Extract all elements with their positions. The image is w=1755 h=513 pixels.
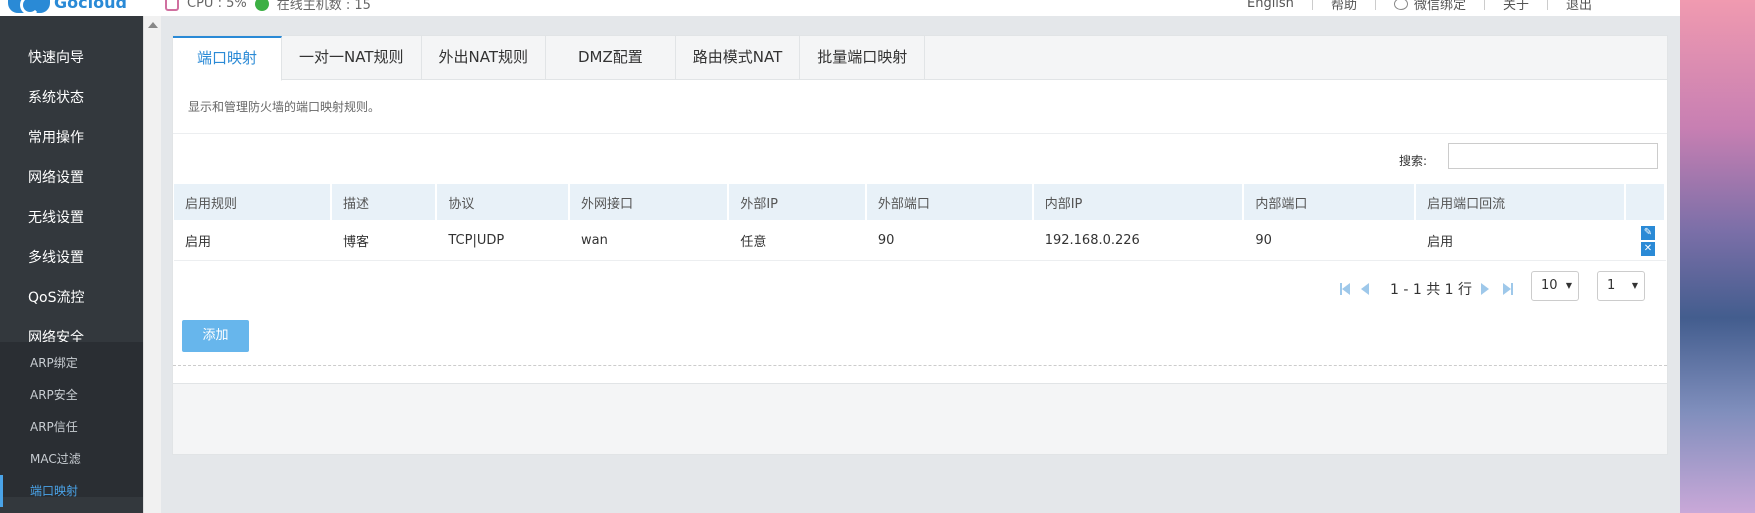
wechat-bind-link[interactable]: 微信绑定: [1414, 0, 1466, 13]
sidebar-item-quick-guide[interactable]: 快速向导: [0, 38, 143, 78]
tab-one-to-one-nat[interactable]: 一对一NAT规则: [282, 36, 422, 79]
pagination-info: 1 - 1 共 1 行: [1390, 282, 1473, 298]
cpu-status: CPU : 5%: [187, 0, 247, 11]
logout-link[interactable]: 退出: [1566, 0, 1592, 13]
next-page-icon[interactable]: [1481, 283, 1489, 295]
submenu-item-arp-security[interactable]: ARP安全: [0, 379, 143, 411]
port-mapping-table: 启用规则 描述 协议 外网接口 外部IP 外部端口 内部IP 内部端口 启用端口…: [174, 184, 1666, 261]
help-link[interactable]: 帮助: [1331, 0, 1357, 13]
search-label: 搜索:: [1398, 154, 1427, 168]
tab-outbound-nat[interactable]: 外出NAT规则: [422, 36, 546, 79]
col-external-ip[interactable]: 外部IP: [729, 184, 867, 220]
background-image: [1680, 0, 1755, 513]
page-description: 显示和管理防火墙的端口映射规则。: [173, 80, 1667, 134]
scroll-up-icon[interactable]: [148, 22, 158, 28]
add-row: 添加: [173, 315, 1667, 366]
page-size-select[interactable]: 10: [1531, 271, 1579, 301]
cpu-icon: [165, 0, 179, 11]
sidebar-item-qos[interactable]: QoS流控: [0, 278, 143, 318]
top-bar: Gocloud CPU : 5% 在线主机数 : 15 English 帮助 微…: [0, 0, 1680, 16]
logo: Gocloud: [8, 0, 127, 15]
submenu-item-mac-filter[interactable]: MAC过滤: [0, 443, 143, 475]
sidebar-item-system-status[interactable]: 系统状态: [0, 78, 143, 118]
submenu-item-arp-binding[interactable]: ARP绑定: [0, 347, 143, 379]
divider: [1483, 0, 1485, 10]
status-area: CPU : 5% 在线主机数 : 15: [165, 0, 371, 13]
tab-route-mode-nat[interactable]: 路由模式NAT: [676, 36, 801, 79]
col-internal-ip[interactable]: 内部IP: [1033, 184, 1245, 220]
last-page-icon[interactable]: [1503, 283, 1511, 295]
panel-footer: [173, 383, 1667, 454]
divider: [1374, 0, 1376, 10]
col-actions: [1626, 184, 1666, 220]
col-loopback[interactable]: 启用端口回流: [1416, 184, 1626, 220]
col-enabled[interactable]: 启用规则: [174, 184, 333, 220]
english-link[interactable]: English: [1247, 0, 1294, 11]
cell-description: 博客: [332, 220, 438, 261]
top-links: English 帮助 微信绑定 关于 退出: [1247, 0, 1592, 13]
online-hosts-status: 在线主机数 : 15: [276, 0, 371, 13]
divider: [1546, 0, 1548, 10]
submenu-item-port-mapping[interactable]: 端口映射: [0, 475, 143, 507]
tab-port-mapping[interactable]: 端口映射: [173, 36, 283, 81]
about-link[interactable]: 关于: [1503, 0, 1529, 13]
cell-wan-interface: wan: [570, 220, 730, 261]
wechat-icon: [1393, 0, 1408, 10]
add-button[interactable]: 添加: [182, 320, 249, 352]
logo-icon: [8, 0, 50, 15]
sidebar-scrollbar[interactable]: [143, 16, 161, 513]
main-panel: 端口映射 一对一NAT规则 外出NAT规则 DMZ配置 路由模式NAT 批量端口…: [172, 35, 1668, 455]
cell-loopback: 启用: [1416, 220, 1626, 261]
tab-dmz[interactable]: DMZ配置: [546, 36, 676, 79]
search-row: 搜索:: [173, 134, 1667, 184]
cell-protocol: TCP|UDP: [437, 220, 571, 261]
first-page-icon[interactable]: [1342, 283, 1350, 295]
last-page-bar: [1511, 283, 1513, 295]
table-header-row: 启用规则 描述 协议 外网接口 外部IP 外部端口 内部IP 内部端口 启用端口…: [174, 184, 1666, 220]
delete-icon[interactable]: ✕: [1641, 242, 1655, 256]
cell-internal-ip: 192.168.0.226: [1033, 220, 1245, 261]
sidebar-item-network-settings[interactable]: 网络设置: [0, 158, 143, 198]
sidebar-item-common-ops[interactable]: 常用操作: [0, 118, 143, 158]
cell-external-ip: 任意: [729, 220, 867, 261]
cell-enabled: 启用: [174, 220, 333, 261]
table-row[interactable]: 启用 博客 TCP|UDP wan 任意 90 192.168.0.226 90…: [174, 220, 1666, 261]
col-internal-port[interactable]: 内部端口: [1244, 184, 1417, 220]
col-description[interactable]: 描述: [332, 184, 438, 220]
col-external-port[interactable]: 外部端口: [866, 184, 1034, 220]
security-submenu: ARP绑定 ARP安全 ARP信任 MAC过滤 端口映射: [0, 342, 143, 507]
sidebar-item-wireless[interactable]: 无线设置: [0, 198, 143, 238]
page-number-select[interactable]: 1: [1597, 271, 1645, 301]
search-input[interactable]: [1448, 143, 1658, 169]
pagination: 1 - 1 共 1 行 10 1: [173, 261, 1667, 315]
col-protocol[interactable]: 协议: [437, 184, 571, 220]
col-wan-interface[interactable]: 外网接口: [570, 184, 730, 220]
divider: [1311, 0, 1313, 10]
tab-batch-port-mapping[interactable]: 批量端口映射: [800, 36, 926, 79]
cell-internal-port: 90: [1244, 220, 1417, 261]
logo-text: Gocloud: [54, 0, 127, 12]
prev-page-icon[interactable]: [1361, 283, 1369, 295]
submenu-item-arp-trust[interactable]: ARP信任: [0, 411, 143, 443]
cell-actions: ✎✕: [1626, 220, 1666, 261]
edit-icon[interactable]: ✎: [1641, 226, 1655, 240]
tab-bar: 端口映射 一对一NAT规则 外出NAT规则 DMZ配置 路由模式NAT 批量端口…: [173, 36, 1667, 81]
cell-external-port: 90: [866, 220, 1034, 261]
online-hosts-icon: [254, 0, 269, 11]
sidebar-item-multiline[interactable]: 多线设置: [0, 238, 143, 278]
